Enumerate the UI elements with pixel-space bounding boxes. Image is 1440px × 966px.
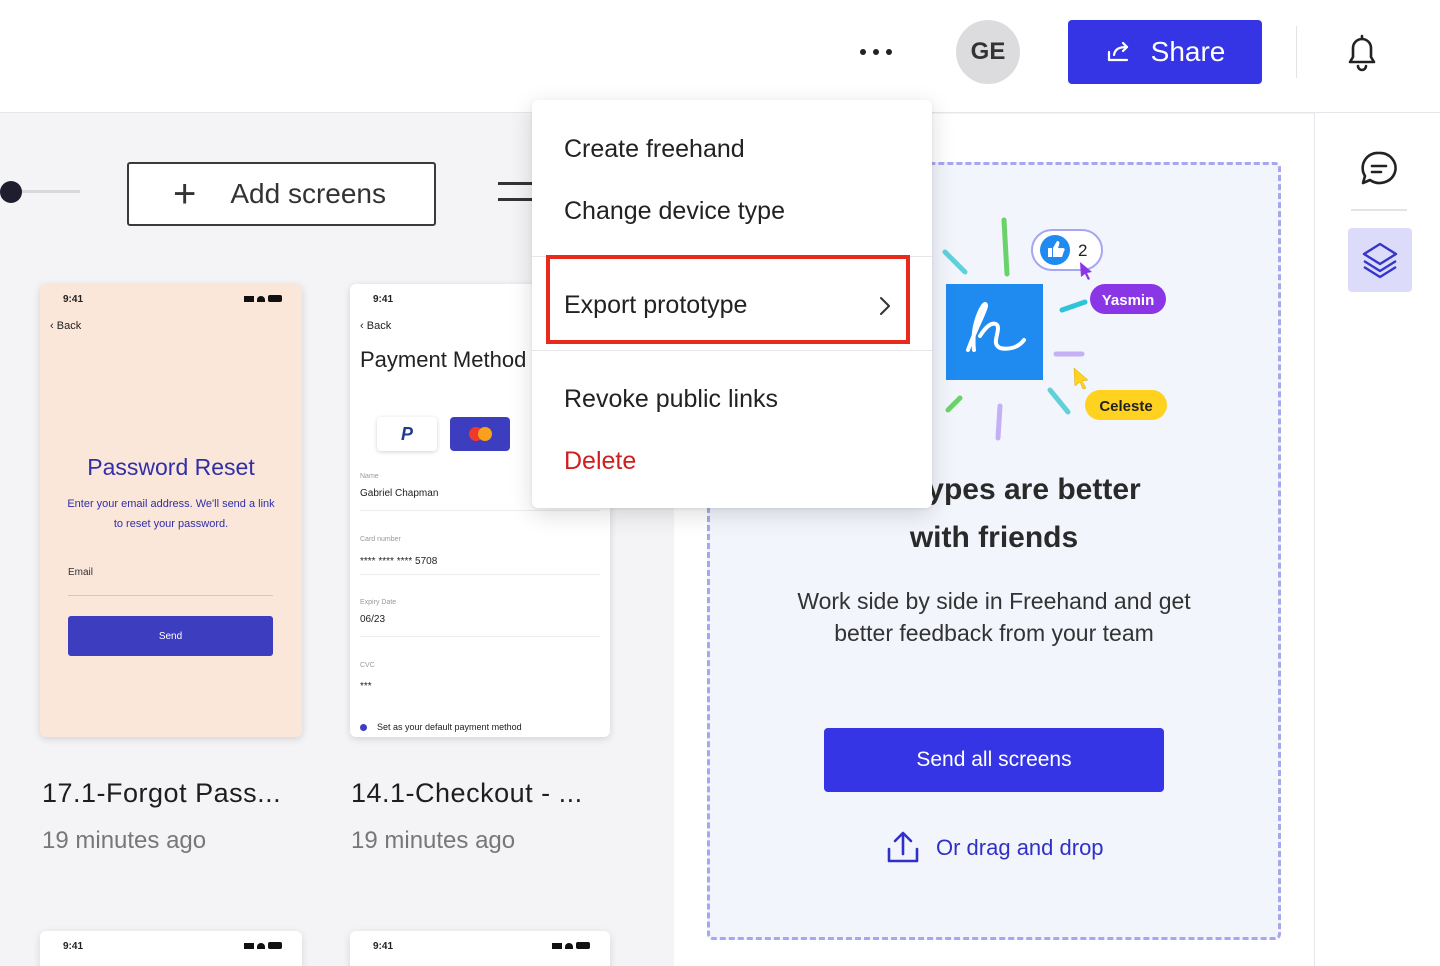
signal-icon <box>244 295 254 302</box>
wifi-icon <box>257 942 265 949</box>
expiry-value: 06/23 <box>360 614 386 625</box>
card-number-label: Card number <box>360 536 401 543</box>
avatar[interactable]: GE <box>956 20 1020 84</box>
signal-icon <box>244 942 254 949</box>
add-screens-label: Add screens <box>230 178 386 209</box>
card-number-value: **** **** **** 5708 <box>360 556 438 567</box>
menu-separator <box>532 350 932 351</box>
zoom-slider-handle[interactable] <box>0 181 22 203</box>
highlight-box <box>546 255 910 344</box>
divider <box>1351 209 1407 211</box>
more-options-button[interactable] <box>850 30 902 74</box>
wifi-icon <box>565 942 573 949</box>
cvc-value: *** <box>360 681 372 692</box>
layers-button[interactable] <box>1348 228 1412 292</box>
status-bar: 9:41 <box>40 941 302 955</box>
screen-card[interactable]: 9:41 ‹ Back Password Reset Enter your em… <box>40 284 302 737</box>
bell-icon[interactable] <box>1338 28 1386 76</box>
status-icons <box>244 942 282 949</box>
collaboration-illustration: 2 Yasmin Celeste <box>942 217 1167 441</box>
default-label: Set as your default payment method <box>377 722 522 732</box>
signal-icon <box>552 942 562 949</box>
wifi-icon <box>257 295 265 302</box>
back-label: Back <box>366 320 392 332</box>
battery-icon <box>268 295 282 302</box>
preview-title: Password Reset <box>87 454 255 480</box>
menu-item-create-freehand[interactable]: Create freehand <box>532 121 932 177</box>
mastercard-icon <box>450 417 510 451</box>
field-line <box>360 636 600 637</box>
status-icons <box>552 942 590 949</box>
default-payment-option: Set as your default payment method <box>360 722 522 732</box>
menu-item-delete[interactable]: Delete <box>532 433 932 489</box>
share-arrow-icon <box>1107 41 1128 62</box>
upload-icon <box>887 831 919 863</box>
tag-yasmin: Yasmin <box>1102 292 1155 309</box>
mc-circle-orange <box>477 427 492 441</box>
menu-item-label: Delete <box>564 446 637 475</box>
send-button-preview: Send <box>68 616 273 656</box>
preview-description: Enter your email address. We'll send a l… <box>67 498 275 530</box>
dot <box>873 49 879 55</box>
status-bar: 9:41 <box>40 294 302 308</box>
top-bar: GE Share <box>0 0 1440 113</box>
field-line <box>360 574 600 575</box>
dot <box>886 49 892 55</box>
menu-item-revoke-public-links[interactable]: Revoke public links <box>532 371 932 427</box>
screen-card[interactable]: 9:41 <box>40 931 302 966</box>
plus-icon: + <box>173 172 197 216</box>
card-time: 19 minutes ago <box>42 827 207 854</box>
menu-item-change-device-type[interactable]: Change device type <box>532 183 932 239</box>
radio-dot <box>360 723 367 731</box>
email-label: Email <box>68 567 94 578</box>
promo-body: Work side by side in Freehand and get be… <box>797 588 1191 646</box>
back-link: ‹ Back <box>360 320 392 332</box>
right-rail <box>1314 113 1440 966</box>
status-icons <box>244 295 282 302</box>
expiry-label: Expiry Date <box>360 599 397 606</box>
card-name[interactable]: 14.1-Checkout - ... <box>351 778 583 809</box>
preview-title: Payment Method <box>360 347 527 372</box>
comment-icon[interactable] <box>1359 149 1399 189</box>
status-time: 9:41 <box>63 941 84 952</box>
screen-card[interactable]: 9:41 <box>350 931 610 966</box>
back-link: ‹ Back <box>50 320 82 332</box>
status-time: 9:41 <box>373 941 394 952</box>
cvc-label: CVC <box>360 662 375 669</box>
layers-icon <box>1362 242 1398 279</box>
card-name[interactable]: 17.1-Forgot Pass... <box>42 778 281 809</box>
drag-and-drop-link[interactable]: Or drag and drop <box>884 828 1104 868</box>
email-underline <box>68 595 273 596</box>
like-count: 2 <box>1078 241 1087 260</box>
paypal-icon: P <box>377 417 437 451</box>
add-screens-button[interactable]: + Add screens <box>127 162 436 226</box>
tag-celeste: Celeste <box>1099 398 1152 415</box>
name-label: Name <box>360 473 379 480</box>
status-time: 9:41 <box>63 294 84 305</box>
menu-item-label: Revoke public links <box>564 384 778 413</box>
promo-heading-line2: with friends <box>909 521 1079 554</box>
share-label: Share <box>1150 36 1226 67</box>
status-time: 9:41 <box>373 294 394 305</box>
more-horizontal-icon <box>860 49 866 55</box>
back-label: Back <box>56 320 82 332</box>
field-line <box>360 510 600 511</box>
status-bar: 9:41 <box>350 941 610 955</box>
battery-icon <box>268 942 282 949</box>
card-time: 19 minutes ago <box>351 827 516 854</box>
name-value: Gabriel Chapman <box>360 488 439 499</box>
drag-drop-label: Or drag and drop <box>936 835 1104 860</box>
battery-icon <box>576 942 590 949</box>
divider <box>1296 26 1297 78</box>
freehand-logo <box>946 284 1043 380</box>
send-all-screens-button[interactable]: Send all screens <box>824 728 1164 792</box>
share-button[interactable]: Share <box>1068 20 1262 84</box>
menu-item-label: Create freehand <box>564 134 745 163</box>
menu-item-label: Change device type <box>564 196 785 225</box>
